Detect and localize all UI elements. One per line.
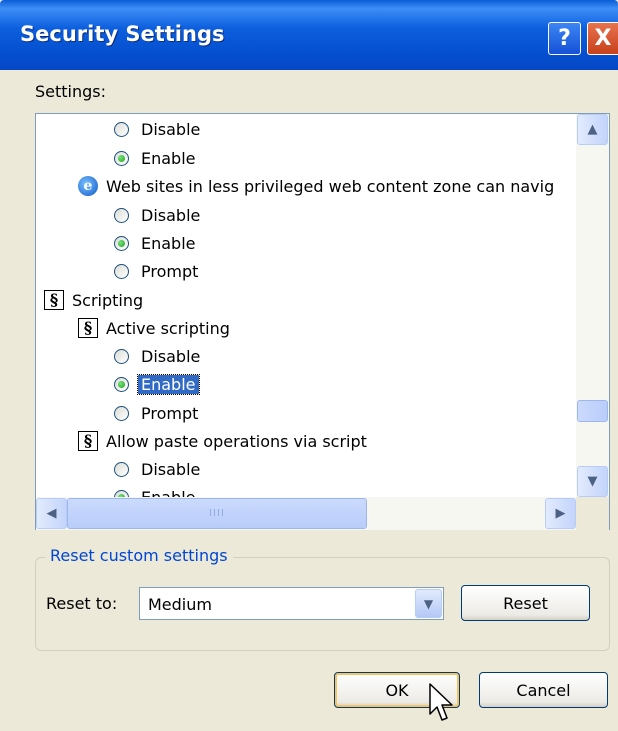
vertical-scrollbar[interactable]: ▲ ▼ xyxy=(576,114,609,497)
radio-label: Enable xyxy=(141,487,196,498)
window-title: Security Settings xyxy=(20,22,225,46)
list-item[interactable]: § Allow paste operations via script xyxy=(78,428,367,454)
list-item[interactable]: e Web sites in less privileged web conte… xyxy=(78,173,554,199)
scroll-right-button[interactable]: ▶ xyxy=(545,498,576,529)
chevron-left-icon: ◀ xyxy=(46,506,57,521)
radio-label: Disable xyxy=(141,459,201,479)
help-icon: ? xyxy=(558,26,571,51)
chevron-up-icon: ▲ xyxy=(587,122,598,137)
chevron-down-icon: ▼ xyxy=(423,596,434,611)
list-item[interactable]: Prompt xyxy=(114,400,198,426)
selected-radio-label: Enable xyxy=(137,373,200,395)
list-item[interactable]: Disable xyxy=(114,202,200,228)
radio-button[interactable] xyxy=(114,405,129,421)
list-item[interactable]: Disable xyxy=(114,456,200,482)
title-bar[interactable]: Security Settings ? X xyxy=(0,0,618,70)
list-item[interactable]: Enable xyxy=(114,230,196,256)
close-button[interactable]: X xyxy=(587,22,618,55)
cancel-button[interactable]: Cancel xyxy=(479,672,608,708)
settings-label: Settings: xyxy=(35,82,107,101)
list-item[interactable]: Enable xyxy=(114,484,196,497)
close-icon: X xyxy=(594,26,612,51)
reset-button[interactable]: Reset xyxy=(461,585,590,621)
group-title: Reset custom settings xyxy=(45,546,233,565)
radio-button[interactable] xyxy=(114,376,129,392)
radio-label: Prompt xyxy=(141,403,199,423)
vertical-scroll-thumb[interactable] xyxy=(577,400,608,422)
radio-button[interactable] xyxy=(114,121,129,137)
internet-explorer-icon: e xyxy=(78,176,98,196)
radio-button[interactable] xyxy=(114,461,129,477)
list-item[interactable]: Prompt xyxy=(114,258,198,284)
scroll-down-button[interactable]: ▼ xyxy=(577,466,608,497)
reset-level-dropdown[interactable]: Medium ▼ xyxy=(139,587,444,620)
help-button[interactable]: ? xyxy=(548,22,581,55)
radio-button[interactable] xyxy=(114,150,129,166)
list-item[interactable]: Disable xyxy=(114,116,200,142)
chevron-down-icon: ▼ xyxy=(587,474,598,489)
horizontal-scroll-thumb[interactable]: IIII xyxy=(67,498,367,529)
list-item[interactable]: Enable xyxy=(114,371,200,397)
list-item[interactable]: § Scripting xyxy=(44,287,143,313)
radio-button[interactable] xyxy=(114,489,129,497)
setting-label: Allow paste operations via script xyxy=(106,431,367,451)
script-icon: § xyxy=(78,318,98,338)
radio-label: Disable xyxy=(141,119,201,139)
security-settings-dialog: Security Settings ? X Settings: Disable … xyxy=(0,0,618,731)
radio-button[interactable] xyxy=(114,263,129,279)
radio-label: Prompt xyxy=(141,261,199,281)
radio-button[interactable] xyxy=(114,235,129,251)
script-icon: § xyxy=(44,290,64,310)
chevron-right-icon: ▶ xyxy=(555,506,566,521)
reset-level-value: Medium xyxy=(148,595,212,614)
list-item[interactable]: Enable xyxy=(114,145,196,171)
scrollbar-corner xyxy=(576,497,609,530)
category-label: Scripting xyxy=(72,290,144,310)
settings-list-content: Disable Enable e Web sites in less privi… xyxy=(36,114,576,497)
scroll-left-button[interactable]: ◀ xyxy=(36,498,67,529)
list-item[interactable]: Disable xyxy=(114,343,200,369)
radio-label: Disable xyxy=(141,205,201,225)
radio-button[interactable] xyxy=(114,348,129,364)
reset-to-label: Reset to: xyxy=(46,594,118,613)
scroll-up-button[interactable]: ▲ xyxy=(577,114,608,145)
list-item[interactable]: § Active scripting xyxy=(78,315,230,341)
scroll-grip: IIII xyxy=(209,508,225,519)
setting-label: Web sites in less privileged web content… xyxy=(106,176,555,196)
horizontal-scrollbar[interactable]: ◀ IIII ▶ xyxy=(36,497,576,530)
mouse-cursor-icon xyxy=(429,683,453,721)
script-icon: § xyxy=(78,431,98,451)
radio-label: Enable xyxy=(141,233,196,253)
settings-list[interactable]: Disable Enable e Web sites in less privi… xyxy=(35,113,610,530)
radio-label: Disable xyxy=(141,346,201,366)
radio-button[interactable] xyxy=(114,207,129,223)
setting-label: Active scripting xyxy=(106,318,230,338)
dropdown-button[interactable]: ▼ xyxy=(415,589,442,618)
radio-label: Enable xyxy=(141,148,196,168)
